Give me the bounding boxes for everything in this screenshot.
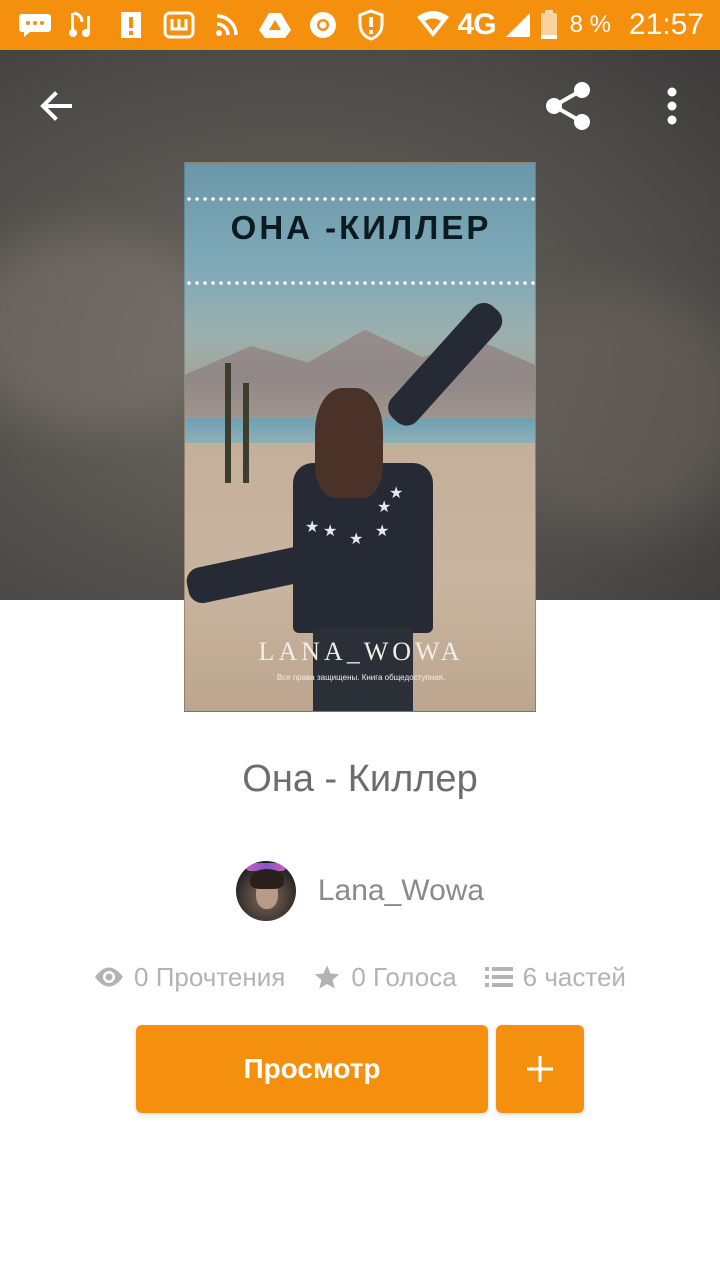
status-indicators: 4G 8 % 21:57: [416, 6, 704, 44]
arrow-left-icon: [40, 91, 72, 121]
more-button[interactable]: [642, 76, 702, 136]
share-button[interactable]: [538, 76, 598, 136]
alert-icon: [114, 8, 148, 42]
battery-percent: 8 %: [569, 11, 611, 38]
notification-icons: [18, 8, 388, 42]
plus-icon: [527, 1056, 553, 1082]
cover-palm: [243, 383, 249, 483]
reads-stat: 0 Прочтения: [94, 962, 285, 993]
wifi-icon: [416, 11, 449, 37]
share-icon: [546, 82, 590, 130]
eye-icon: [95, 967, 124, 987]
author-link[interactable]: Lana_Wowa: [0, 860, 720, 922]
shield-alert-icon: [354, 8, 388, 42]
view-button[interactable]: Просмотр: [136, 1025, 488, 1113]
cover-stars: ★ ★ ★ ★ ★ ★: [305, 485, 404, 548]
w-app-icon: [162, 8, 196, 42]
battery-icon: [540, 10, 557, 39]
list-icon: [484, 967, 513, 987]
author-name[interactable]: Lana_Wowa: [318, 874, 484, 908]
app-bar: [0, 50, 720, 162]
story-stats: 0 Прочтения 0 Голоса 6 частей: [0, 956, 720, 998]
cover-rights: Все права защищены. Книга общедоступная.: [276, 673, 446, 682]
avatar-hair: [249, 869, 284, 889]
parts-count: 6 частей: [522, 961, 626, 992]
network-type: 4G: [457, 8, 497, 41]
message-icon: [18, 8, 52, 42]
reads-count: 0 Прочтения: [134, 961, 286, 992]
parts-stat: 6 частей: [484, 961, 626, 993]
music-icon: [66, 8, 100, 42]
story-title: Она - Киллер: [242, 758, 478, 800]
avatar[interactable]: [235, 861, 296, 921]
back-button[interactable]: [26, 76, 86, 136]
clock: 21:57: [628, 8, 704, 41]
cover-author: LANA_WOWA: [258, 637, 464, 666]
signal-icon: [505, 13, 530, 37]
drive-icon: [258, 8, 292, 42]
cover-figure-hair: [315, 388, 383, 498]
cover-title: ОНА -КИЛЛЕР: [230, 209, 492, 246]
star-icon: [315, 965, 340, 989]
votes-count: 0 Голоса: [351, 961, 457, 992]
chrome-icon: [306, 8, 340, 42]
cover-divider: [185, 281, 535, 285]
more-vert-icon: [667, 87, 677, 125]
status-bar: 4G 8 % 21:57: [0, 0, 720, 50]
rss-icon: [210, 8, 244, 42]
story-cover[interactable]: ОНА -КИЛЛЕР ★ ★ ★ ★ ★ ★ LANA_WOWA Все пр…: [184, 162, 536, 712]
add-to-library-button[interactable]: [496, 1025, 584, 1113]
votes-stat: 0 Голоса: [313, 961, 457, 993]
cover-divider: [185, 197, 535, 201]
cover-palm: [225, 363, 231, 483]
